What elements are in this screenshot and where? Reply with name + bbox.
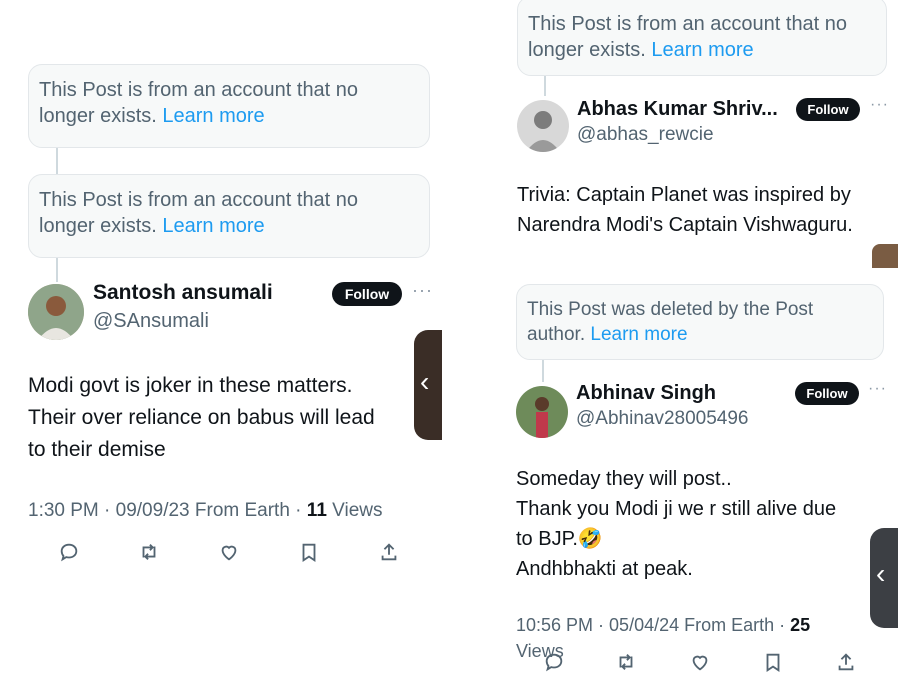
deleted-account-notice: This Post is from an account that no lon… [28, 174, 430, 258]
post-text-line: to their demise [28, 438, 166, 461]
share-icon[interactable] [378, 541, 404, 567]
side-panel-tab[interactable]: ‹ [414, 330, 442, 440]
bookmark-icon[interactable] [298, 541, 324, 567]
author-handle[interactable]: @Abhinav28005496 [576, 408, 748, 430]
follow-button[interactable]: Follow [796, 98, 860, 121]
learn-more-link[interactable]: Learn more [162, 215, 264, 237]
deleted-account-notice: This Post is from an account that no lon… [28, 64, 430, 148]
author-name[interactable]: Abhinav Singh [576, 382, 716, 405]
views-label: Views [332, 500, 383, 521]
thread-line [542, 360, 544, 382]
post-text-line: Someday they will post.. [516, 468, 732, 490]
avatar[interactable] [516, 386, 568, 438]
author-name[interactable]: Abhas Kumar Shriv... [577, 98, 778, 121]
post-text-line: Thank you Modi ji we r still alive due [516, 498, 837, 520]
avatar[interactable] [517, 100, 569, 152]
like-icon[interactable] [689, 651, 715, 677]
retweet-icon[interactable] [138, 541, 164, 567]
post-text-line: to BJP.🤣 [516, 528, 603, 550]
thread-line [56, 258, 58, 282]
retweet-icon[interactable] [615, 651, 641, 677]
avatar[interactable] [28, 284, 84, 340]
post-text: Trivia: Captain Planet was inspired by N… [517, 180, 897, 240]
post-text-line: Modi govt is joker in these matters. [28, 374, 353, 397]
views-count: 25 [790, 615, 811, 635]
image-edge [872, 244, 898, 268]
post-text-line: Andhbhakti at peak. [516, 558, 693, 580]
share-icon[interactable] [835, 651, 861, 677]
post-text-line: Trivia: Captain Planet was inspired by [517, 184, 851, 206]
thread-line [544, 76, 546, 96]
author-handle[interactable]: @SAnsumali [93, 310, 209, 333]
post-meta: 1:30 PM · 09/09/23 From Earth · 11 Views [28, 500, 383, 522]
more-icon[interactable]: ··· [870, 96, 889, 114]
learn-more-link[interactable]: Learn more [651, 39, 753, 61]
like-icon[interactable] [218, 541, 244, 567]
more-icon[interactable]: ··· [868, 380, 887, 398]
learn-more-link[interactable]: Learn more [590, 324, 687, 345]
reply-icon[interactable] [543, 651, 569, 677]
chevron-left-icon: ‹ [420, 366, 430, 397]
post-text-line: Their over reliance on babus will lead [28, 406, 375, 429]
follow-button[interactable]: Follow [795, 382, 859, 405]
thread-line [56, 148, 58, 174]
bookmark-icon[interactable] [762, 651, 788, 677]
views-count: 11 [306, 500, 327, 521]
post-text: Someday they will post.. Thank you Modi … [516, 464, 876, 584]
post-timestamp[interactable]: 1:30 PM · 09/09/23 From Earth · [28, 500, 302, 521]
post-text-line: Narendra Modi's Captain Vishwaguru. [517, 214, 853, 236]
chevron-left-icon: ‹ [876, 558, 886, 589]
post-timestamp[interactable]: 10:56 PM · 05/04/24 From Earth · [516, 615, 785, 635]
author-name[interactable]: Santosh ansumali [93, 281, 273, 305]
more-icon[interactable]: ··· [412, 280, 433, 301]
post-text: Modi govt is joker in these matters. The… [28, 370, 428, 466]
follow-button[interactable]: Follow [332, 282, 402, 306]
learn-more-link[interactable]: Learn more [162, 105, 264, 127]
deleted-post-notice: This Post was deleted by the Post author… [516, 284, 884, 360]
side-panel-tab[interactable]: ‹ [870, 528, 898, 628]
deleted-account-notice: This Post is from an account that no lon… [517, 0, 887, 76]
author-handle[interactable]: @abhas_rewcie [577, 124, 714, 146]
reply-icon[interactable] [58, 541, 84, 567]
